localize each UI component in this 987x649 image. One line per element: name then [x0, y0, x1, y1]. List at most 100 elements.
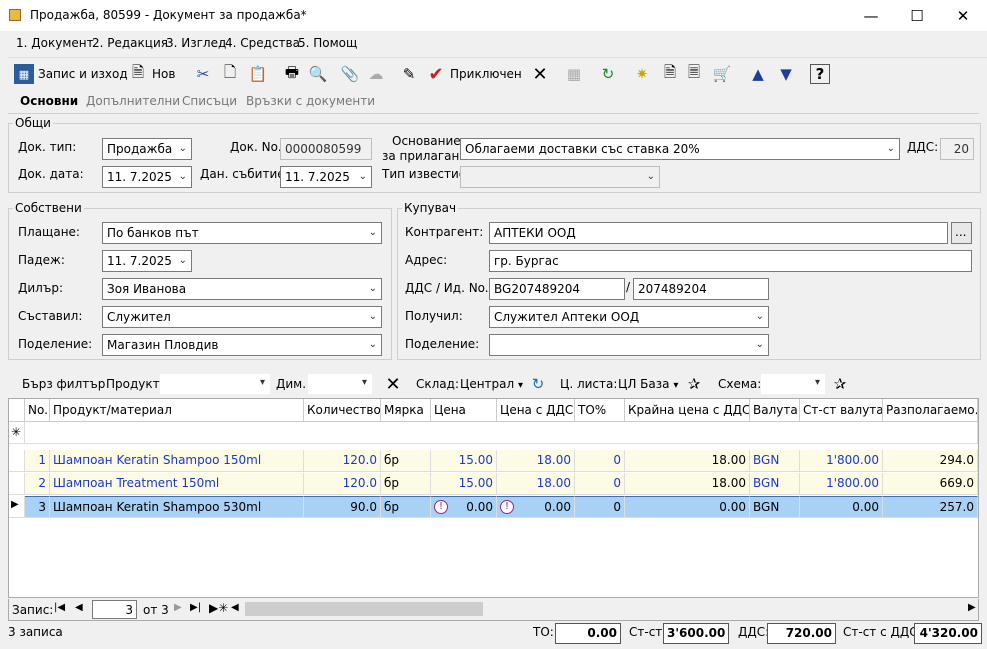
attach-icon[interactable]: 📎	[340, 64, 360, 84]
cell-final-price[interactable]: 18.00	[625, 450, 750, 472]
product-filter-select[interactable]: ▾	[160, 374, 270, 394]
clear-filter-icon[interactable]: ✕	[383, 374, 403, 395]
composer-select[interactable]: Служител ⌄	[102, 306, 382, 328]
contractor-field[interactable]: АПТЕКИ ООД	[489, 222, 948, 244]
tab-lists[interactable]: Списъци	[182, 92, 237, 110]
cell-price[interactable]: 15.00	[431, 473, 497, 495]
cell-currency-value[interactable]: 0.00	[800, 496, 883, 518]
finished-button[interactable]: ✔ Приключен	[426, 61, 521, 87]
col-currency[interactable]: Валута	[750, 399, 800, 422]
cell-unit[interactable]: бр	[381, 450, 431, 472]
cell-currency[interactable]: BGN	[750, 450, 800, 472]
help-icon[interactable]: ?	[810, 64, 830, 84]
address-field[interactable]: гр. Бургас	[489, 250, 972, 272]
cell-quantity[interactable]: 90.0	[304, 496, 381, 518]
close-button[interactable]: ✕	[940, 0, 986, 31]
star-icon[interactable]: ✷	[632, 64, 652, 84]
basis-select[interactable]: Облагаеми доставки със ставка 20% ⌄	[460, 138, 900, 160]
received-select[interactable]: Служител Аптеки ООД ⌄	[489, 306, 769, 328]
new-row[interactable]	[25, 422, 978, 444]
maximize-button[interactable]: ☐	[894, 0, 940, 31]
due-date-picker[interactable]: 11. 7.2025 ⌄	[102, 250, 192, 272]
cell-discount[interactable]: 0	[575, 473, 625, 495]
delete-icon[interactable]: ✕	[530, 64, 550, 85]
cell-product[interactable]: Шампоан Keratin Shampoo 150ml	[50, 450, 304, 472]
tax-event-picker[interactable]: 11. 7.2025 ⌄	[280, 166, 372, 188]
cart-icon[interactable]: 🛒	[712, 64, 732, 84]
doc-date-picker[interactable]: 11. 7.2025 ⌄	[102, 166, 192, 188]
last-record-icon[interactable]: ▶|	[190, 602, 201, 613]
document-copy-icon[interactable]: 🗏	[684, 63, 704, 84]
own-division-select[interactable]: Магазин Пловдив ⌄	[102, 334, 382, 356]
menu-help[interactable]: 5. Помощ	[298, 36, 357, 50]
copy-icon[interactable]: 🗋	[220, 63, 240, 84]
col-no[interactable]: No.	[25, 399, 50, 422]
warehouse-select[interactable]: Централ ▾	[460, 377, 523, 391]
dim-filter-select[interactable]: ▾	[308, 374, 372, 394]
cell-product[interactable]: Шампоан Keratin Shampoo 530ml	[50, 496, 304, 518]
cell-currency-value[interactable]: 1'800.00	[800, 450, 883, 472]
document-icon[interactable]: 🗎	[660, 63, 680, 84]
cell-no[interactable]: 3	[25, 496, 50, 518]
print-preview-icon[interactable]: 🔍	[308, 64, 328, 84]
new-row-marker[interactable]: ✳	[9, 422, 25, 444]
refresh-warehouse-icon[interactable]: ↻	[528, 374, 548, 394]
cell-quantity[interactable]: 120.0	[304, 450, 381, 472]
row-selector[interactable]	[9, 450, 25, 472]
menu-view[interactable]: 3. Изглед	[166, 36, 226, 50]
cell-quantity[interactable]: 120.0	[304, 473, 381, 495]
new-record-icon[interactable]: ▶✳	[209, 601, 228, 615]
cell-no[interactable]: 2	[25, 473, 50, 495]
col-product[interactable]: Продукт/материал	[50, 399, 304, 422]
paste-icon[interactable]: 📋	[248, 64, 268, 84]
new-button[interactable]: 🗎 Нов	[128, 61, 175, 87]
cell-discount[interactable]: 0	[575, 450, 625, 472]
tab-document-links[interactable]: Връзки с документи	[246, 92, 375, 110]
col-quantity[interactable]: Количество	[304, 399, 381, 422]
cell-price-vat[interactable]: 18.00	[497, 473, 575, 495]
tab-main[interactable]: Основни	[20, 92, 78, 110]
cell-no[interactable]: 1	[25, 450, 50, 472]
doc-type-select[interactable]: Продажба ⌄	[102, 138, 192, 160]
buyer-division-select[interactable]: ⌄	[489, 334, 769, 356]
payment-select[interactable]: По банков път ⌄	[102, 222, 382, 244]
save-exit-button[interactable]: ▦ Запис и изход	[14, 61, 128, 87]
cell-price-vat[interactable]: ! 0.00	[497, 496, 575, 518]
col-price-vat[interactable]: Цена с ДДС	[497, 399, 575, 422]
row-selector[interactable]: ▶	[9, 496, 25, 518]
col-available[interactable]: Разполагаемо...	[883, 399, 978, 422]
cell-currency[interactable]: BGN	[750, 473, 800, 495]
horizontal-scroll-thumb[interactable]	[245, 602, 483, 616]
row-selector[interactable]	[9, 473, 25, 495]
cell-discount[interactable]: 0	[575, 496, 625, 518]
run-icon[interactable]: ✰	[684, 374, 704, 394]
dealer-select[interactable]: Зоя Иванова ⌄	[102, 278, 382, 300]
first-record-icon[interactable]: |◀	[54, 602, 65, 613]
menu-tools[interactable]: 4. Средства	[225, 36, 300, 50]
col-final-price[interactable]: Крайна цена с ДДС	[625, 399, 750, 422]
cell-final-price[interactable]: 0.00	[625, 496, 750, 518]
quick-filter-button[interactable]: Бърз филтър	[22, 377, 105, 391]
cell-price-vat[interactable]: 18.00	[497, 450, 575, 472]
scroll-left-icon[interactable]: ◀	[231, 602, 243, 616]
doc-no-field[interactable]: 0000080599	[280, 138, 372, 160]
vat-no-field[interactable]: BG207489204	[489, 278, 625, 300]
scroll-right-icon[interactable]: ▶	[968, 602, 980, 616]
cloud-icon[interactable]: ☁	[366, 64, 386, 84]
record-number-input[interactable]: 3	[92, 600, 137, 619]
cell-product[interactable]: Шампоан Treatment 150ml	[50, 473, 304, 495]
id-no-field[interactable]: 207489204	[633, 278, 769, 300]
cell-price[interactable]: ! 0.00	[431, 496, 497, 518]
cell-currency-value[interactable]: 1'800.00	[800, 473, 883, 495]
table-icon[interactable]: ▦	[564, 64, 584, 84]
col-price[interactable]: Цена	[431, 399, 497, 422]
contractor-browse-button[interactable]: ...	[951, 222, 972, 244]
arrow-down-icon[interactable]: ▼	[776, 64, 796, 84]
cell-unit[interactable]: бр	[381, 496, 431, 518]
tab-additional[interactable]: Допълнителни	[86, 92, 180, 110]
cell-price[interactable]: 15.00	[431, 450, 497, 472]
notice-type-select[interactable]: ⌄	[460, 166, 660, 188]
cell-final-price[interactable]: 18.00	[625, 473, 750, 495]
scheme-run-icon[interactable]: ✰	[830, 374, 850, 394]
refresh-icon[interactable]: ↻	[598, 64, 618, 84]
